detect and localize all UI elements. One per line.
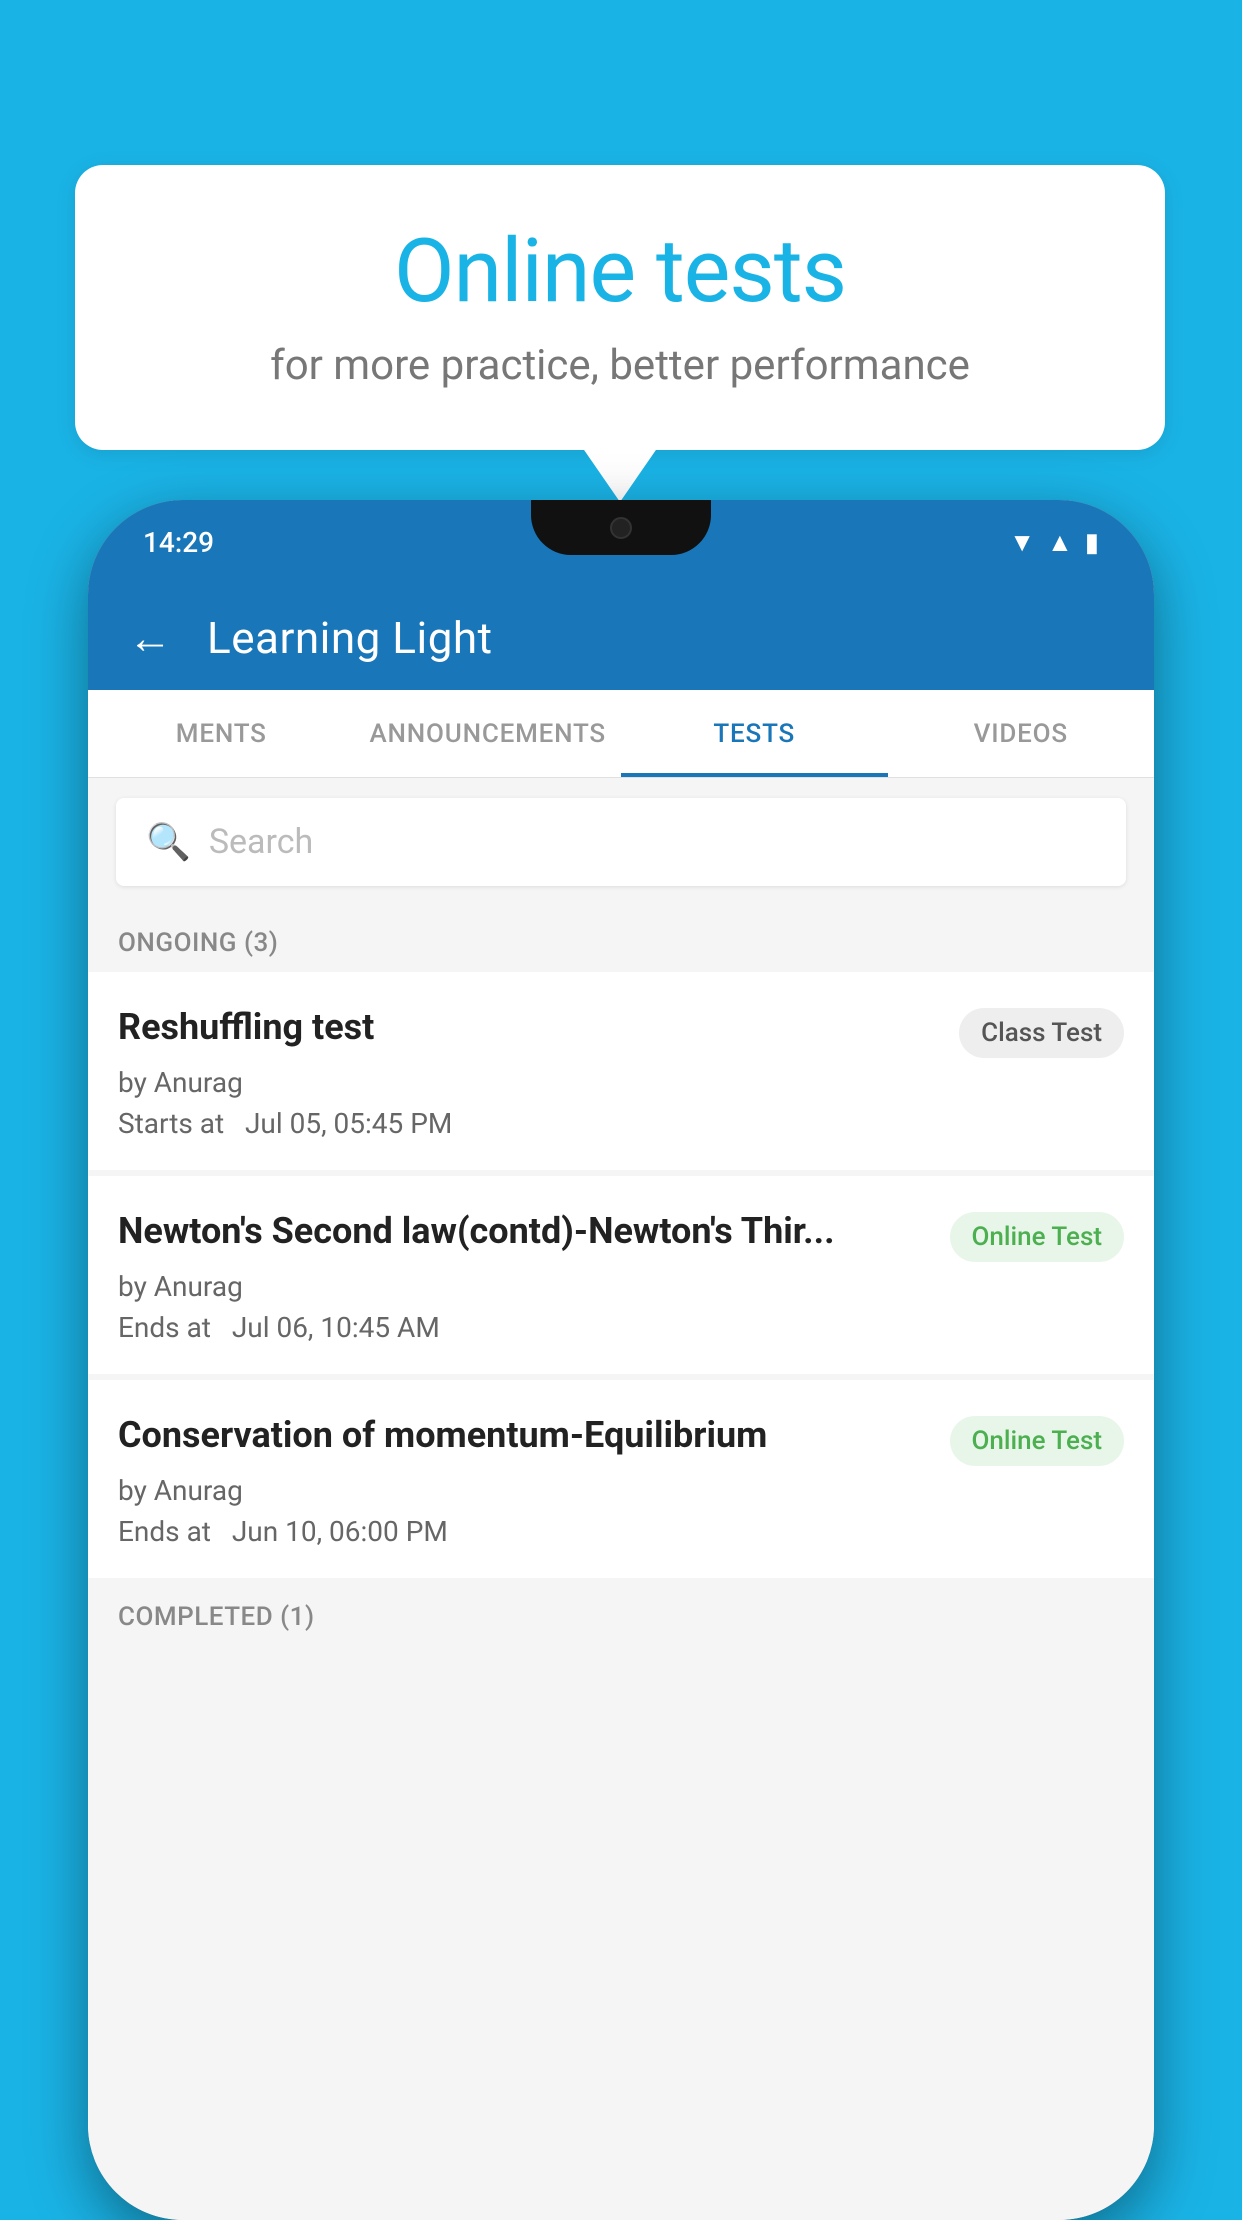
test-date-1: Starts at Jul 05, 05:45 PM [118, 1107, 1124, 1140]
bubble-subtitle: for more practice, better performance [135, 341, 1105, 390]
test-card-1[interactable]: Reshuffling test Class Test by Anurag St… [88, 972, 1154, 1170]
speech-bubble: Online tests for more practice, better p… [75, 165, 1165, 450]
search-placeholder: Search [209, 822, 313, 862]
ongoing-section-label: ONGOING (3) [88, 906, 1154, 972]
status-time: 14:29 [143, 526, 214, 559]
card-top-1: Reshuffling test Class Test [118, 1004, 1124, 1058]
status-bar: 14:29 ▼ ▲ ▮ [88, 500, 1154, 585]
phone-frame: 14:29 ▼ ▲ ▮ ← Learning Light MENTS ANNOU… [88, 500, 1154, 2220]
app-title: Learning Light [207, 612, 493, 664]
test-author-2: by Anurag [118, 1270, 1124, 1303]
test-name-3: Conservation of momentum-Equilibrium [118, 1412, 930, 1459]
card-top-2: Newton's Second law(contd)-Newton's Thir… [118, 1208, 1124, 1262]
test-author-1: by Anurag [118, 1066, 1124, 1099]
status-icons: ▼ ▲ ▮ [1009, 527, 1099, 558]
camera [610, 517, 632, 539]
bubble-title: Online tests [135, 220, 1105, 323]
search-bar[interactable]: 🔍 Search [116, 798, 1126, 886]
tabs-bar: MENTS ANNOUNCEMENTS TESTS VIDEOS [88, 690, 1154, 778]
app-bar: ← Learning Light [88, 585, 1154, 690]
test-card-3[interactable]: Conservation of momentum-Equilibrium Onl… [88, 1380, 1154, 1578]
signal-icon: ▲ [1047, 527, 1073, 558]
back-button[interactable]: ← [128, 612, 172, 664]
tab-announcements[interactable]: ANNOUNCEMENTS [355, 690, 622, 777]
badge-class-test-1: Class Test [959, 1008, 1124, 1058]
phone-inner: 14:29 ▼ ▲ ▮ ← Learning Light MENTS ANNOU… [88, 500, 1154, 2220]
tab-videos[interactable]: VIDEOS [888, 690, 1155, 777]
test-name-1: Reshuffling test [118, 1004, 939, 1051]
search-icon: 🔍 [146, 821, 191, 863]
test-date-2: Ends at Jul 06, 10:45 AM [118, 1311, 1124, 1344]
completed-section-label: COMPLETED (1) [88, 1584, 1154, 1642]
battery-icon: ▮ [1085, 528, 1099, 558]
wifi-icon: ▼ [1009, 527, 1035, 558]
test-name-2: Newton's Second law(contd)-Newton's Thir… [118, 1208, 930, 1255]
tab-ments[interactable]: MENTS [88, 690, 355, 777]
tab-tests[interactable]: TESTS [621, 690, 888, 777]
badge-online-test-2: Online Test [950, 1212, 1125, 1262]
badge-online-test-3: Online Test [950, 1416, 1125, 1466]
test-date-3: Ends at Jun 10, 06:00 PM [118, 1515, 1124, 1548]
notch [531, 500, 711, 555]
test-author-3: by Anurag [118, 1474, 1124, 1507]
card-top-3: Conservation of momentum-Equilibrium Onl… [118, 1412, 1124, 1466]
test-card-2[interactable]: Newton's Second law(contd)-Newton's Thir… [88, 1176, 1154, 1374]
screen-content: 🔍 Search ONGOING (3) Reshuffling test Cl… [88, 778, 1154, 2220]
